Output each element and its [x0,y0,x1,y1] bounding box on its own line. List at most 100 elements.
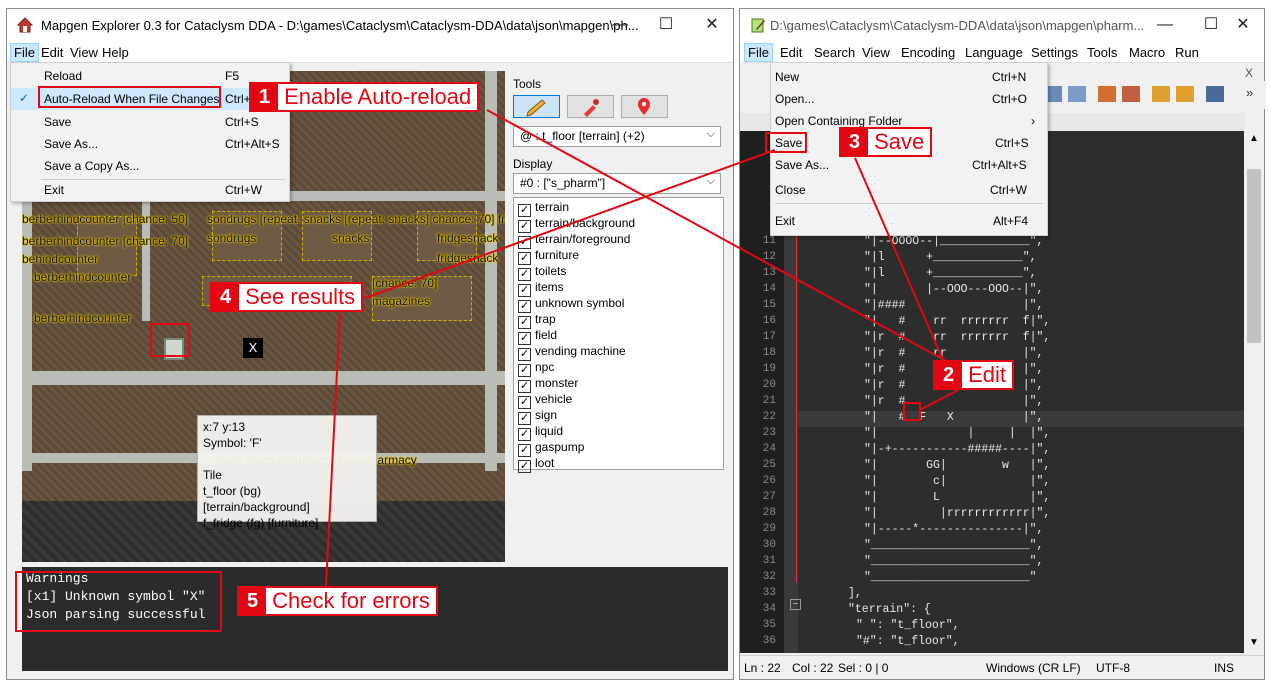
layer-checkbox-row[interactable]: ✓ vending machine [518,344,626,361]
menu-edit[interactable]: Edit [41,45,63,60]
close-button[interactable]: ✕ [1220,9,1266,41]
menu-item-exit[interactable]: Exit Alt+F4 [771,210,1047,232]
line-number: 17 [762,331,776,343]
layer-checkbox-row[interactable]: ✓ loot [518,456,554,473]
layer-checkbox-row[interactable]: ✓ trap [518,312,556,329]
toolbar-icon[interactable] [1152,86,1170,102]
line-number: 36 [762,635,776,647]
map-label: fridgesnack [437,231,499,245]
layer-checkbox-row[interactable]: ✓ toilets [518,264,566,281]
menu-item-save-copy-as[interactable]: Save a Copy As... [11,155,289,177]
layer-checkbox-row[interactable]: ✓ vehicle [518,392,573,409]
menu-settings[interactable]: Settings [1031,45,1078,60]
chevron-right-icon[interactable]: » [1246,85,1253,100]
close-button[interactable]: ✕ [689,9,735,41]
unknown-symbol-tile[interactable]: X [243,338,263,358]
checkbox[interactable]: ✓ [518,460,531,473]
menu-item-new[interactable]: New Ctrl+N [771,66,1047,88]
menu-file[interactable]: File [10,43,39,62]
layer-label: items [535,280,564,294]
code-line: "| GG| w |", [864,459,1051,472]
chevron-down-icon: ⌵ [706,175,715,187]
pencil-tool-button[interactable] [513,95,560,118]
layer-checkbox-row[interactable]: ✓ npc [518,360,554,377]
layer-label: liquid [535,424,564,438]
layer-checkbox-row[interactable]: ✓ gaspump [518,440,584,457]
layer-checkbox-row[interactable]: ✓ unknown symbol [518,296,624,313]
layer-checkbox-row[interactable]: ✓ sign [518,408,557,425]
layer-label: vehicle [535,392,573,406]
layer-checkbox-row[interactable]: ✓ monster [518,376,578,393]
toolbar-icon[interactable] [1206,86,1224,102]
menu-item-reload[interactable]: Reload F5 [11,65,289,87]
menu-search[interactable]: Search [814,45,855,60]
menu-item-close[interactable]: Close Ctrl+W [771,179,1047,201]
eyedropper-tool-button[interactable] [567,95,614,118]
line-number: 26 [762,475,776,487]
toolbar-icon[interactable] [1068,86,1086,102]
scroll-up-icon[interactable]: ▲ [1249,133,1259,144]
callout-text: See results [245,284,356,309]
menu-item-label: New [775,70,800,84]
menu-item-open[interactable]: Open... Ctrl+O [771,88,1047,110]
tooltip-heading: Tile [203,468,222,482]
minimize-button[interactable]: — [597,9,643,41]
menu-help[interactable]: Help [102,45,129,60]
wall-segment [22,371,505,385]
layer-checkbox-row[interactable]: ✓ terrain [518,200,569,217]
zoom-out-icon[interactable] [1122,86,1140,102]
menu-file[interactable]: File [744,43,773,62]
zoom-in-icon[interactable] [1098,86,1116,102]
toolbar-icon[interactable] [1176,86,1194,102]
code-line: "| c| |", [864,475,1051,488]
menu-view[interactable]: View [70,45,98,60]
status-eol[interactable]: Windows (CR LF) [986,661,1081,675]
menubar: File Edit View Help [7,41,733,63]
menu-macro[interactable]: Macro [1129,45,1165,60]
menu-edit[interactable]: Edit [780,45,802,60]
vertical-scrollbar[interactable]: ▲ ▼ [1244,131,1264,653]
line-number: 21 [762,395,776,407]
menu-language[interactable]: Language [965,45,1023,60]
line-number: 23 [762,427,776,439]
layer-checkbox-row[interactable]: ✓ liquid [518,424,564,441]
code-line: "|l +_____________", [864,267,1037,280]
brush-select[interactable]: @ : t_floor [terrain] (+2) ⌵ [513,126,721,147]
status-encoding[interactable]: UTF-8 [1096,661,1130,675]
scroll-down-icon[interactable]: ▼ [1249,637,1259,648]
line-number: 14 [762,283,776,295]
layer-checkbox-row[interactable]: ✓ furniture [518,248,579,265]
layer-checkbox-row[interactable]: ✓ terrain/foreground [518,232,630,249]
tile-tooltip: x:7 y:13 Symbol: 'F' Tile t_floor (bg) [… [197,415,377,530]
minimize-button[interactable]: — [1142,9,1188,41]
layer-checkbox-row[interactable]: ✓ field [518,328,557,345]
close-doc-button[interactable]: X [1245,66,1253,80]
layer-checkbox-row[interactable]: ✓ items [518,280,564,297]
code-line: "| |rrrrrrrrrrrr|", [864,507,1051,520]
menu-item-save-as[interactable]: Save As... Ctrl+Alt+S [771,154,1047,176]
menu-run[interactable]: Run [1175,45,1199,60]
callout-text: Edit [968,362,1007,387]
menu-view[interactable]: View [862,45,890,60]
menu-encoding[interactable]: Encoding [901,45,955,60]
window-title: D:\games\Cataclysm\Cataclysm-DDA\data\js… [770,18,1145,33]
callout-number: 5 [239,588,267,614]
menu-tools[interactable]: Tools [1087,45,1117,60]
line-number: 11 [762,235,776,247]
maximize-button[interactable]: ☐ [643,9,689,41]
display-select[interactable]: #0 : ["s_pharm"] ⌵ [513,173,721,194]
layer-checkbox-row[interactable]: ✓ terrain/background [518,216,635,233]
menu-item-save-as[interactable]: Save As... Ctrl+Alt+S [11,133,289,155]
fold-toggle-icon[interactable]: − [790,599,801,610]
line-number: 20 [762,379,776,391]
callout-text: Save [874,129,925,154]
menu-item-save[interactable]: Save Ctrl+S [11,111,289,133]
menu-item-exit[interactable]: Exit Ctrl+W [11,179,289,201]
code-line: "#": "t_floor", [856,635,960,648]
brush-select-value: @ : t_floor [terrain] (+2) [520,129,645,143]
menu-item-shortcut: Ctrl+W [225,183,262,197]
scroll-thumb[interactable] [1247,169,1261,343]
menu-item-shortcut: Ctrl+W [990,183,1027,197]
highlight-edited-char [903,402,921,421]
location-tool-button[interactable] [621,95,668,118]
